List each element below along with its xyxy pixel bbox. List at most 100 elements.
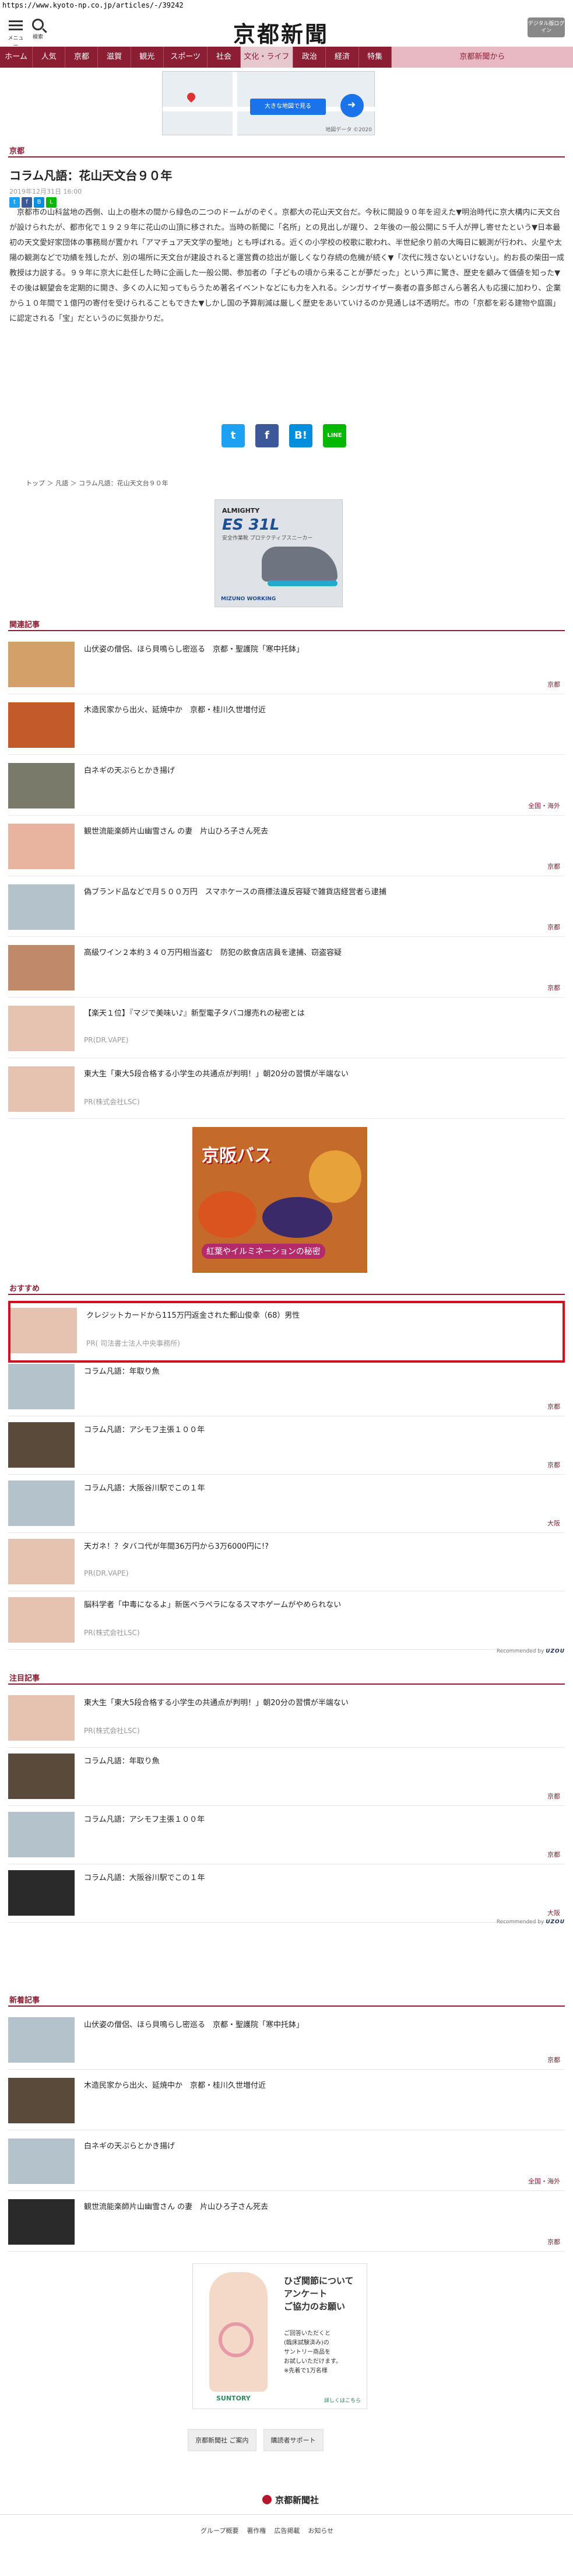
list-item[interactable]: 天ガネ！？タバコ代が年間36万円から3万6000円に!? PR(DR.VAPE): [8, 1534, 565, 1591]
article-thumbnail: [8, 1754, 75, 1799]
list-item[interactable]: 東大生「東大5段合格する小学生の共通点が判明！」朝20分の習慣が半端ない PR(株…: [8, 1690, 565, 1748]
list-item[interactable]: 白ネギの天ぷらとかき揚げ全国・海外: [8, 2134, 565, 2191]
directions-icon[interactable]: [340, 94, 364, 117]
nav-item[interactable]: 社会: [208, 47, 241, 68]
footer-link[interactable]: お知らせ: [308, 2526, 333, 2535]
ad-image: [219, 2322, 254, 2357]
list-item[interactable]: 脳科学者「中毒になるよ」新医ベラペラになるスマホゲームがやめられない PR(株式会…: [8, 1592, 565, 1650]
list-item[interactable]: 観世流能楽師片山幽雪さん の妻 片山ひろ子さん死去 京都: [8, 2194, 565, 2252]
nav-item[interactable]: 京都: [65, 47, 99, 68]
list-item[interactable]: コラム凡語：年取り魚京都: [8, 1749, 565, 1806]
divider: [8, 630, 565, 631]
item-category: 京都: [547, 923, 560, 931]
item-category: 京都: [547, 984, 560, 992]
nav-item[interactable]: スポーツ: [164, 47, 208, 68]
site-logo[interactable]: 京都新聞: [233, 16, 329, 48]
nav-item[interactable]: 京都新聞から: [391, 47, 573, 68]
list-item[interactable]: 木造民家から出火、延焼中か 京都・桂川久世増付近: [8, 698, 565, 755]
footer-link[interactable]: 広告掲載: [274, 2526, 300, 2535]
site-header: メニュー 検索 京都新聞 デジタル版ログイン: [0, 13, 573, 49]
nav-item[interactable]: ホーム: [0, 47, 33, 68]
footer-button[interactable]: 購読者サポート: [263, 2429, 324, 2451]
breadcrumb[interactable]: トップ ＞ 凡語 ＞ コラム凡語：花山天文台９０年: [26, 478, 168, 488]
share-big-1-icon[interactable]: f: [255, 424, 279, 447]
article-thumbnail: [8, 1812, 75, 1857]
nav-item[interactable]: 滋賀: [98, 47, 131, 68]
article-thumbnail: [8, 2199, 75, 2245]
share-big-3-icon[interactable]: LINE: [323, 424, 346, 447]
item-title: 東大生「東大5段合格する小学生の共通点が判明！」朝20分の習慣が半端ない: [84, 1070, 349, 1079]
item-category: 京都: [547, 1793, 560, 1800]
search-label: 検索: [32, 34, 43, 40]
divider: [8, 2006, 565, 2007]
page: https://www.kyoto-np.co.jp/articles/-/39…: [0, 0, 573, 2576]
recommended-by-label: Recommended by: [496, 1919, 544, 1925]
nav-item[interactable]: 人気: [33, 47, 66, 68]
digital-login-button[interactable]: デジタル版ログイン: [528, 18, 565, 37]
item-category: 京都: [547, 863, 560, 870]
article-thumbnail: [8, 702, 75, 748]
item-category: 全国・海外: [528, 2178, 560, 2185]
item-category: 京都: [547, 2238, 560, 2246]
uzou-logo: UZOU: [546, 1919, 565, 1925]
ad-text: ひざ関節について アンケート ご協力のお願い: [284, 2276, 354, 2312]
list-item[interactable]: 山伏姿の僧侶、ほら貝鳴らし密巡る 京都・聖護院「寒中托鉢」 京都: [8, 637, 565, 694]
list-item[interactable]: コラム凡語：アシモフ主張１００年 京都: [8, 1418, 565, 1475]
recommended-by[interactable]: Recommended by UZOU: [497, 1648, 565, 1654]
item-title: 観世流能楽師片山幽雪さん の妻 片山ひろ子さん死去: [84, 827, 269, 836]
recommended-by[interactable]: Recommended by UZOU: [497, 1919, 565, 1925]
item-title: コラム凡語：アシモフ主張１００年: [84, 1815, 205, 1824]
list-item[interactable]: 白ネギの天ぷらとかき揚げ 全国・海外: [8, 758, 565, 816]
nav-item[interactable]: 政治: [293, 47, 326, 68]
item-title: 白ネギの天ぷらとかき揚げ: [84, 2142, 175, 2151]
nav-item[interactable]: 特集: [359, 47, 392, 68]
item-title: 東大生「東大5段合格する小学生の共通点が判明！」朝20分の習慣が半端ない: [84, 1699, 349, 1707]
share-big-0-icon[interactable]: t: [222, 424, 245, 447]
item-category: 京都: [547, 681, 560, 688]
item-title: 脳科学者「中毒になるよ」新医ベラペラになるスマホゲームがやめられない: [84, 1601, 342, 1609]
footer-link[interactable]: グループ概要: [201, 2526, 238, 2535]
list-item[interactable]: コラム凡語：大阪谷川駅でこの１年 大阪: [8, 1866, 565, 1923]
list-item[interactable]: 偽ブランド品などで月５００万円 スマホケースの商標法違反容疑で雑貨店経営者ら逮捕…: [8, 880, 565, 937]
item-category: 大阪: [547, 1520, 560, 1527]
menu-button[interactable]: メニュー: [8, 19, 24, 49]
ad-sponsor: SUNTORY: [216, 2395, 251, 2402]
map-widget[interactable]: 大きな地図で見る 地図データ ©2020: [162, 71, 375, 136]
ad-bus[interactable]: 京阪バス 紅葉やイルミネーションの秘密: [192, 1127, 367, 1273]
ad-text: 京阪バス: [202, 1146, 272, 1166]
search-button[interactable]: 検索: [29, 18, 47, 41]
footer-logo[interactable]: 京都新聞社: [262, 2494, 319, 2506]
share-big-2-icon[interactable]: B!: [289, 424, 312, 447]
list-item[interactable]: クレジットカードから115万円返金された郵山俊幸（68）男性 PR( 司法書士法人…: [8, 1301, 565, 1363]
item-sponsor: PR(株式会社LSC): [84, 1098, 140, 1106]
list-item[interactable]: 【楽天１位】『マジで美味い♪』新型電子タバコ爆売れの秘密とは PR(DR.VAPE…: [8, 1001, 565, 1058]
list-item[interactable]: 山伏姿の僧侶、ほら貝鳴らし密巡る 京都・聖護院「寒中托鉢」 京都: [8, 2013, 565, 2070]
list-item[interactable]: コラム凡語：アシモフ主張１００年 京都: [8, 1807, 565, 1864]
nav-item[interactable]: 文化・ライフ: [240, 47, 294, 68]
share-bar-large: t f B! LINE: [222, 424, 346, 447]
nav-item[interactable]: 観光: [131, 47, 164, 68]
footer-buttons: 京都新聞社 ご案内 購読者サポート: [188, 2429, 324, 2451]
footer-button[interactable]: 京都新聞社 ご案内: [188, 2429, 256, 2451]
ad-survey[interactable]: ひざ関節について アンケート ご協力のお願い ご回答いただくと (臨床試験済み)の サン…: [192, 2263, 367, 2409]
list-item[interactable]: 高級ワイン２本約３４０万円相当盗む 防犯の飲食店店員を逮捕、窃盗容疑 京都: [8, 940, 565, 998]
map-open-button[interactable]: 大きな地図で見る: [250, 99, 326, 115]
footer-links: グループ概要 著作権 広告掲載 お知らせ: [201, 2526, 333, 2535]
article-thumbnail: [8, 1066, 75, 1112]
ad-shoe[interactable]: ALMIGHTY ES 31L 安全作業靴 プロテクティブスニーカー MIZUN…: [215, 499, 343, 607]
nav-item[interactable]: 経済: [326, 47, 359, 68]
item-category: 大阪: [547, 1909, 560, 1917]
uzou-logo: UZOU: [546, 1648, 565, 1654]
list-item[interactable]: コラム凡語：大阪谷川駅でこの１年 大阪: [8, 1476, 565, 1533]
footer-link[interactable]: 著作権: [247, 2526, 266, 2535]
ad-detail-link[interactable]: 詳しくはこちら: [324, 2396, 361, 2404]
list-item[interactable]: 東大生「東大5段合格する小学生の共通点が判明！」朝20分の習慣が半端ない PR(株…: [8, 1062, 565, 1119]
list-item[interactable]: 木造民家から出火、延焼中か 京都・桂川久世増付近: [8, 2073, 565, 2130]
article-thumbnail: [8, 1422, 75, 1468]
article-thumbnail: [8, 1870, 75, 1916]
list-item[interactable]: コラム凡語：年取り魚 京都: [8, 1359, 565, 1416]
divider: [8, 1294, 565, 1295]
item-title: コラム凡語：年取り魚: [84, 1757, 160, 1766]
ad-text: MIZUNO WORKING: [221, 596, 276, 602]
list-item[interactable]: 観世流能楽師片山幽雪さん の妻 片山ひろ子さん死去京都: [8, 819, 565, 876]
